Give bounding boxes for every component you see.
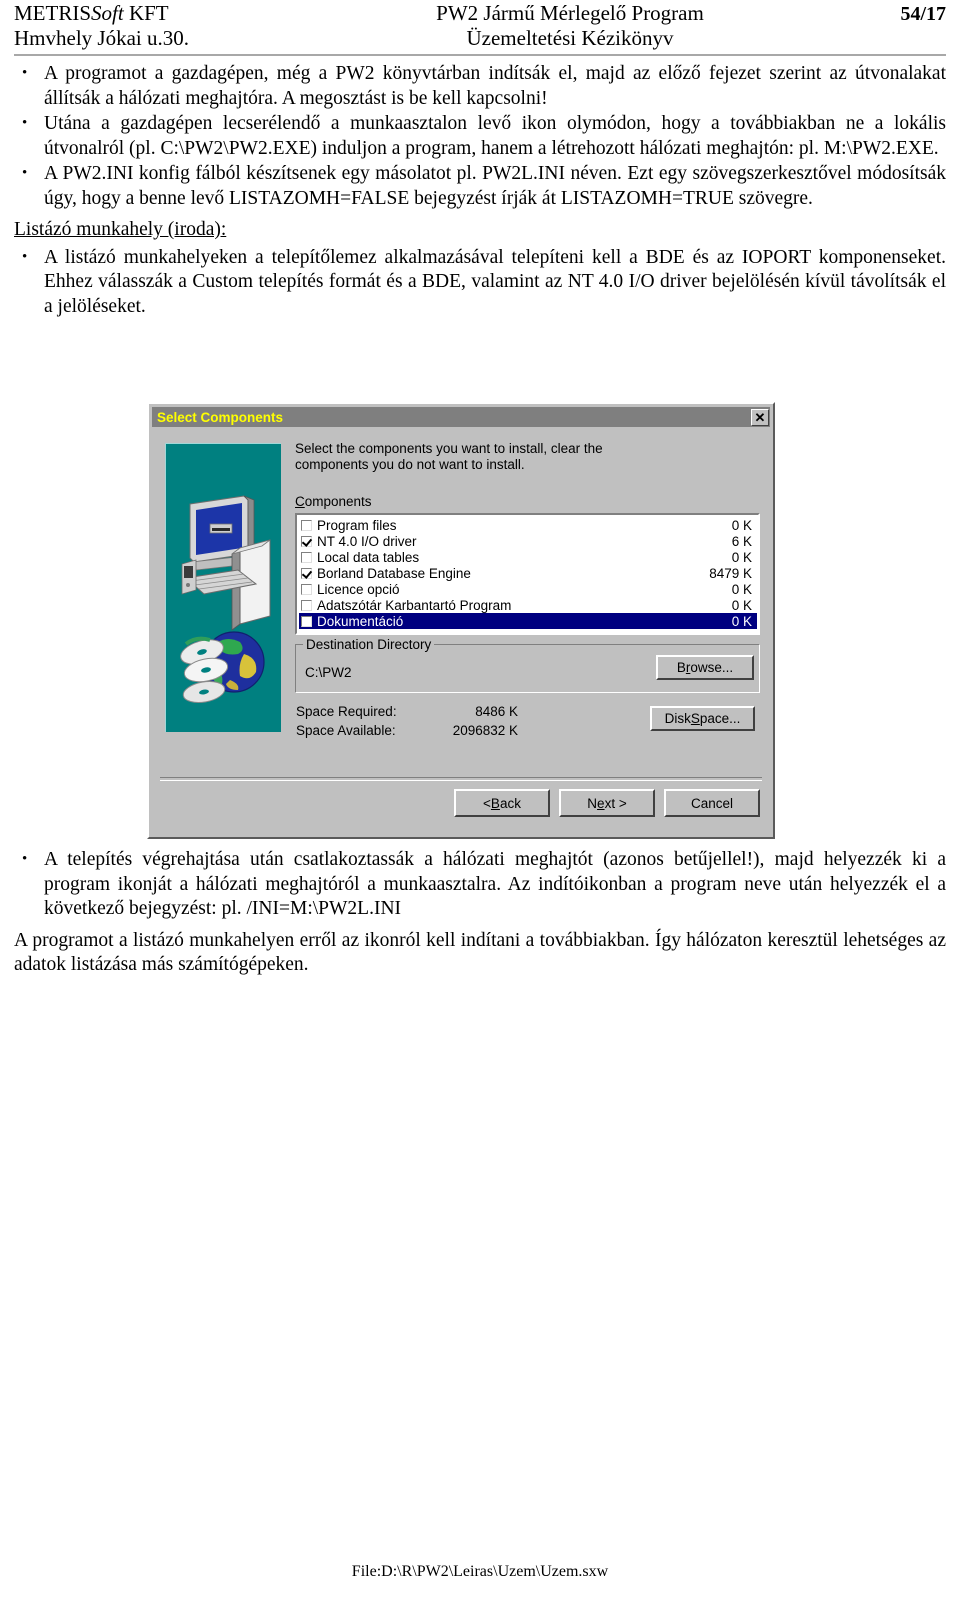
company-name-part2: Soft (91, 1, 124, 25)
list-item[interactable]: Licence opció 0 K (299, 581, 757, 597)
list-item[interactable]: Borland Database Engine 8479 K (299, 565, 757, 581)
dialog-instructions: Select the components you want to instal… (295, 441, 603, 472)
components-label-rest: omponents (304, 494, 372, 509)
space-required-value: 8486 K (475, 704, 518, 719)
next-button[interactable]: Ne xt > (559, 789, 655, 817)
dialog-separator (160, 777, 762, 781)
list-item[interactable]: Dokumentáció 0 K (299, 613, 757, 629)
space-available-label: Space Available: (296, 723, 396, 738)
disk-space-label-post: pace... (699, 711, 741, 726)
page-footer: File:D:\R\PW2\Leiras\Uzem\Uzem.sxw (0, 1563, 960, 1581)
components-label-accel: C (295, 494, 305, 509)
list-item: A telepítés végrehajtása után csatlakozt… (14, 847, 946, 922)
select-components-dialog: Select Components ✕ Select the component… (147, 402, 775, 839)
list-item: A PW2.INI konfig fálból készítsenek egy … (14, 161, 946, 211)
closing-paragraph: A programot a listázó munkahelyen erről … (14, 929, 946, 976)
list-item: A programot a gazdagépen, még a PW2 köny… (14, 61, 946, 111)
checkbox-icon[interactable] (301, 583, 312, 595)
components-listbox[interactable]: Program files 0 K NT 4.0 I/O driver 6 K … (295, 513, 760, 635)
document-body-lower: A telepítés végrehajtása után csatlakozt… (14, 847, 946, 978)
list-item[interactable]: Adatszótár Karbantartó Program 0 K (299, 597, 757, 613)
setup-dialog-screenshot: Select Components ✕ Select the component… (147, 402, 775, 839)
disk-space-button[interactable]: Disk Space... (650, 706, 755, 731)
section-subheading: Listázó munkahely (iroda): (14, 219, 227, 240)
component-size: 0 K (731, 549, 752, 565)
back-label-accel: B (490, 795, 500, 811)
destination-directory-label: Destination Directory (303, 637, 435, 652)
component-size: 6 K (731, 533, 752, 549)
disk-space-label-accel: S (690, 711, 700, 726)
installer-illustration (165, 443, 281, 732)
dialog-content: Select the components you want to instal… (152, 431, 770, 834)
cancel-button[interactable]: Cancel (664, 789, 760, 817)
page-header: METRISSoft KFT PW2 Jármű Mérlegelő Progr… (0, 0, 960, 56)
list-item: A listázó munkahelyeken a telepítőlemez … (14, 245, 946, 320)
list-item[interactable]: Program files 0 K (299, 517, 757, 533)
document-body-upper: A programot a gazdagépen, még a PW2 köny… (14, 61, 946, 320)
space-required-label: Space Required: (296, 704, 397, 719)
component-name: NT 4.0 I/O driver (317, 533, 417, 549)
destination-directory-value: C:\PW2 (305, 665, 352, 680)
checkbox-icon[interactable] (301, 551, 312, 563)
component-name: Licence opció (317, 581, 400, 597)
list-item: Utána a gazdagépen lecserélendő a munkaa… (14, 111, 946, 161)
component-name: Borland Database Engine (317, 565, 471, 581)
document-title-line2: Üzemeltetési Kézikönyv (466, 26, 674, 50)
component-size: 0 K (731, 613, 752, 629)
dialog-title: Select Components (157, 409, 284, 425)
component-name: Program files (317, 517, 397, 533)
back-button[interactable]: < Back (454, 789, 550, 817)
component-name: Dokumentáció (317, 613, 404, 629)
company-name-part1: METRIS (14, 1, 92, 25)
component-size: 0 K (731, 517, 752, 533)
footer-file-path: File:D:\R\PW2\Leiras\Uzem\Uzem.sxw (351, 1563, 609, 1580)
back-label-post: ack (499, 795, 521, 811)
checkbox-icon[interactable] (301, 535, 312, 547)
component-size: 0 K (731, 581, 752, 597)
dialog-right-column: Select the components you want to instal… (295, 441, 760, 742)
company-name-part3: KFT (123, 1, 169, 25)
back-label-pre: < (483, 795, 491, 811)
disk-space-info: Space Required: 8486 K Space Available: … (295, 702, 760, 742)
components-label: Components (295, 494, 760, 509)
disk-space-label-pre: Disk (664, 711, 691, 726)
header-row-top: METRISSoft KFT PW2 Jármű Mérlegelő Progr… (14, 1, 946, 27)
list-item[interactable]: NT 4.0 I/O driver 6 K (299, 533, 757, 549)
company-name: METRISSoft KFT (14, 1, 314, 26)
browse-label-pre: B (676, 660, 686, 675)
next-label-post: xt > (604, 795, 627, 811)
component-name: Adatszótár Karbantartó Program (317, 597, 512, 613)
checkbox-icon[interactable] (301, 615, 312, 627)
dialog-titlebar: Select Components ✕ (152, 407, 770, 427)
next-label-accel: e (597, 795, 605, 811)
close-icon[interactable]: ✕ (751, 408, 769, 426)
header-row-bottom: Hmvhely Jókai u.30. Üzemeltetési Kézikön… (14, 26, 946, 52)
header-divider (14, 54, 946, 56)
space-available-value: 2096832 K (452, 723, 518, 738)
checkbox-icon[interactable] (301, 519, 312, 531)
component-name: Local data tables (317, 549, 420, 565)
page-number: 54/17 (900, 3, 946, 25)
next-label-pre: N (587, 795, 598, 811)
computer-cds-globe-illustration (166, 444, 281, 732)
browse-button[interactable]: Br owse... (656, 655, 754, 680)
browse-label-post: owse... (690, 660, 734, 675)
component-size: 8479 K (709, 565, 752, 581)
component-size: 0 K (731, 597, 752, 613)
space-required-row: Space Required: 8486 K (296, 704, 518, 719)
document-title-line1: PW2 Jármű Mérlegelő Program (436, 1, 704, 25)
space-available-row: Space Available: 2096832 K (296, 723, 518, 738)
list-item[interactable]: Local data tables 0 K (299, 549, 757, 565)
checkbox-icon[interactable] (301, 567, 312, 579)
destination-directory-group: Destination Directory C:\PW2 Br owse... (295, 637, 760, 693)
checkbox-icon[interactable] (301, 599, 312, 611)
company-address: Hmvhely Jókai u.30. (14, 26, 189, 50)
dialog-button-row: < Back Ne xt > Cancel (152, 789, 760, 817)
